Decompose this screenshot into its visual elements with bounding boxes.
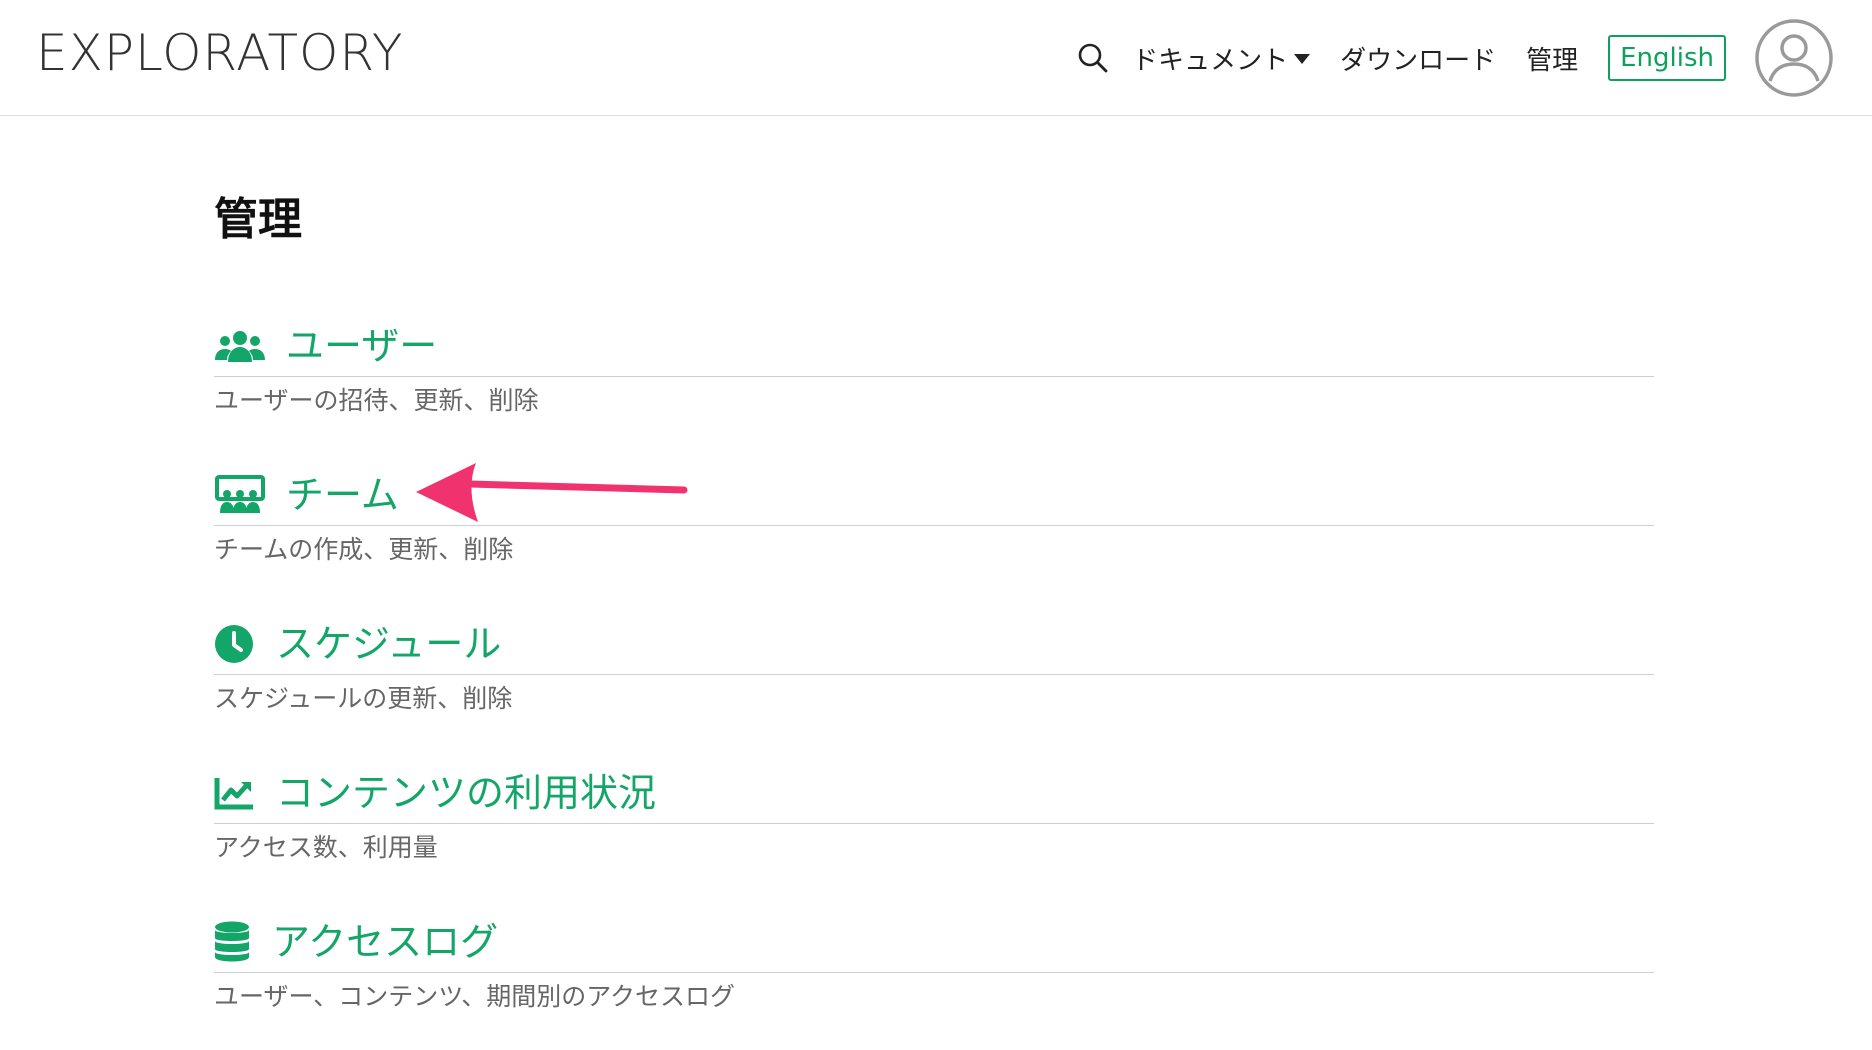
section-content-usage: コンテンツの利用状況 アクセス数、利用量 [214, 763, 1654, 864]
language-button[interactable]: English [1608, 35, 1726, 81]
nav-download[interactable]: ダウンロード [1340, 40, 1496, 77]
database-icon [214, 921, 252, 962]
nav-documents-dropdown[interactable]: ドキュメント [1132, 40, 1311, 77]
chart-line-icon [214, 773, 256, 813]
clock-icon [214, 624, 256, 664]
nav-admin[interactable]: 管理 [1526, 40, 1578, 77]
section-schedule-title: スケジュール [276, 622, 502, 666]
search-icon[interactable] [1076, 41, 1110, 75]
section-content-usage-title: コンテンツの利用状況 [276, 771, 657, 815]
section-schedule: スケジュール スケジュールの更新、削除 [214, 614, 1654, 715]
section-users-link[interactable]: ユーザー [214, 316, 1654, 377]
section-schedule-link[interactable]: スケジュール [214, 614, 1654, 675]
section-users-description: ユーザーの招待、更新、削除 [214, 386, 539, 415]
section-users: ユーザー ユーザーの招待、更新、削除 [214, 316, 1654, 417]
section-access-log-title: アクセスログ [272, 920, 499, 964]
page: EXPLORATORY ドキュメント ダウンロード 管理 English 管理 [0, 0, 1872, 1050]
section-schedule-description: スケジュールの更新、削除 [214, 684, 513, 713]
section-team: チーム チームの作成、更新、削除 [214, 465, 1654, 566]
section-team-link[interactable]: チーム [214, 465, 1654, 526]
users-icon [214, 326, 266, 366]
section-team-description: チームの作成、更新、削除 [214, 535, 514, 564]
top-header: EXPLORATORY ドキュメント ダウンロード 管理 English [0, 0, 1872, 116]
section-team-title: チーム [286, 473, 399, 517]
section-content-usage-link[interactable]: コンテンツの利用状況 [214, 763, 1654, 824]
nav-documents-label: ドキュメント [1132, 45, 1289, 76]
section-content-usage-description: アクセス数、利用量 [214, 833, 438, 862]
section-users-title: ユーザー [286, 324, 438, 368]
user-avatar-icon[interactable] [1754, 18, 1834, 98]
caret-down-icon [1294, 54, 1311, 64]
section-access-log: アクセスログ ユーザー、コンテンツ、期間別のアクセスログ [214, 912, 1654, 1013]
logo[interactable]: EXPLORATORY [36, 26, 403, 80]
page-title: 管理 [214, 194, 302, 245]
team-icon [214, 475, 266, 515]
section-access-log-link[interactable]: アクセスログ [214, 912, 1654, 973]
top-nav: ドキュメント ダウンロード 管理 English [1076, 0, 1834, 116]
section-access-log-description: ユーザー、コンテンツ、期間別のアクセスログ [214, 982, 736, 1011]
